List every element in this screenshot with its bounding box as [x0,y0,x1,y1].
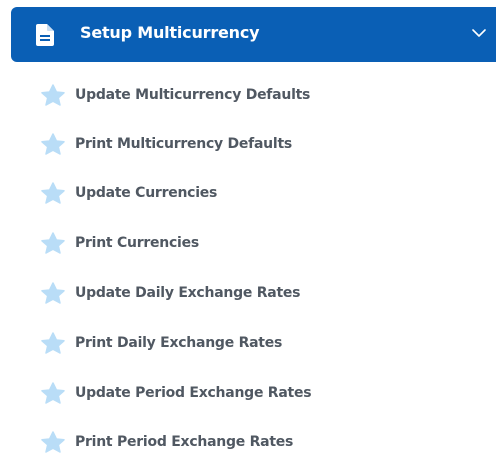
menu-item-update-multicurrency-defaults[interactable]: Update Multicurrency Defaults [40,80,310,110]
menu-item-label: Update Daily Exchange Rates [75,285,301,301]
star-icon [41,431,65,453]
menu-item-label: Print Currencies [75,235,199,251]
menu-item-label: Update Period Exchange Rates [75,385,312,401]
star-icon [41,133,65,155]
star-icon [41,382,65,404]
menu-item-label: Print Period Exchange Rates [75,434,294,450]
menu-item-update-currencies[interactable]: Update Currencies [40,178,217,208]
star-icon [41,84,65,106]
menu-item-label: Print Multicurrency Defaults [75,136,292,152]
setup-multicurrency-header[interactable]: Setup Multicurrency [11,7,496,62]
menu-item-update-daily-exchange-rates[interactable]: Update Daily Exchange Rates [40,278,301,308]
star-icon [41,232,65,254]
document-icon [36,24,54,46]
setup-multicurrency-menu: Setup Multicurrency Update Multicurrency… [0,0,496,454]
menu-item-print-period-exchange-rates[interactable]: Print Period Exchange Rates [40,427,293,454]
chevron-down-icon[interactable] [472,29,486,38]
menu-item-print-daily-exchange-rates[interactable]: Print Daily Exchange Rates [40,328,282,358]
menu-item-label: Update Multicurrency Defaults [75,87,311,103]
star-icon [41,182,65,204]
menu-item-label: Print Daily Exchange Rates [75,335,283,351]
header-title: Setup Multicurrency [80,23,260,42]
menu-item-print-multicurrency-defaults[interactable]: Print Multicurrency Defaults [40,129,292,159]
menu-item-print-currencies[interactable]: Print Currencies [40,228,199,258]
star-icon [41,282,65,304]
menu-item-label: Update Currencies [75,185,218,201]
star-icon [41,332,65,354]
menu-item-update-period-exchange-rates[interactable]: Update Period Exchange Rates [40,378,312,408]
